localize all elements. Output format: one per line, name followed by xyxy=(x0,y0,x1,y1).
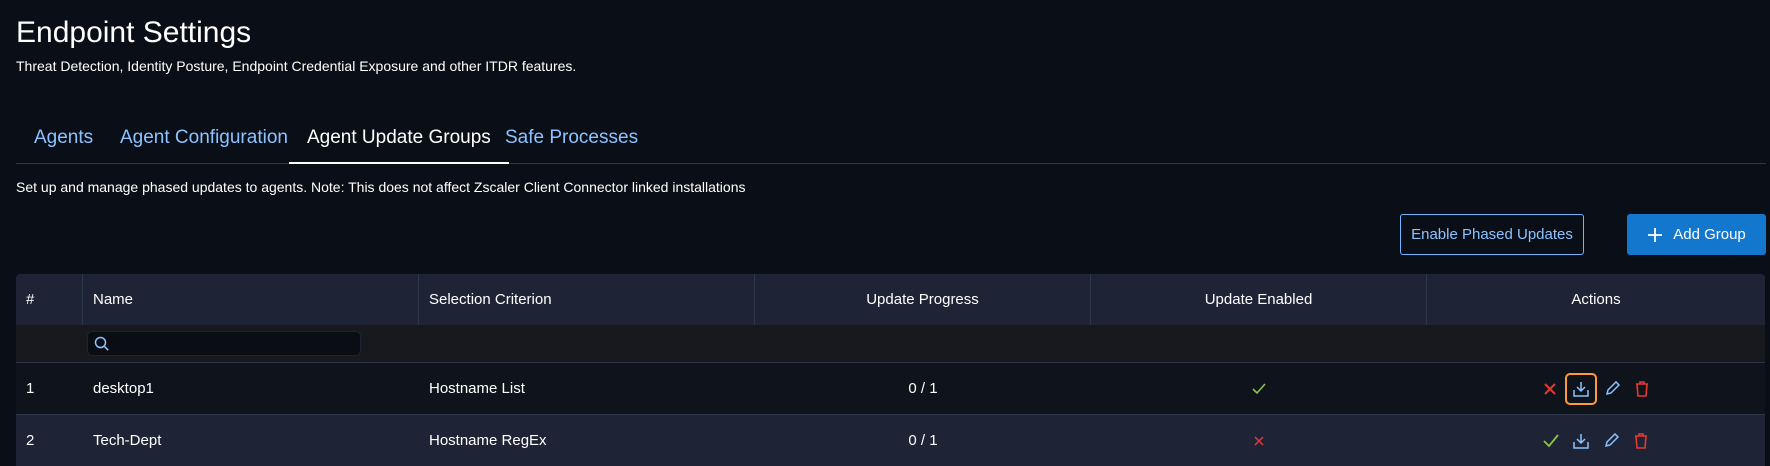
edit-icon[interactable] xyxy=(1597,374,1627,404)
row-actions xyxy=(1535,372,1657,405)
add-group-button[interactable]: Add Group xyxy=(1627,214,1766,255)
update-groups-table: # Name Selection Criterion Update Progre… xyxy=(16,274,1765,466)
trash-icon[interactable] xyxy=(1626,426,1656,456)
row-name: Tech-Dept xyxy=(93,432,162,449)
tab-agent-configuration[interactable]: Agent Configuration xyxy=(102,112,306,162)
column-header-name[interactable]: Name xyxy=(83,274,419,325)
table-row: 1 desktop1 Hostname List 0 / 1 xyxy=(16,362,1765,414)
row-progress: 0 / 1 xyxy=(908,380,938,397)
edit-icon[interactable] xyxy=(1596,426,1626,456)
enable-phased-updates-label: Enable Phased Updates xyxy=(1411,226,1573,243)
page-subtitle: Threat Detection, Identity Posture, Endp… xyxy=(16,58,577,74)
disable-icon[interactable] xyxy=(1535,374,1565,404)
download-icon[interactable] xyxy=(1565,372,1597,405)
download-icon[interactable] xyxy=(1566,426,1596,456)
tab-bar: Agents Agent Configuration Agent Update … xyxy=(16,112,1766,164)
section-description: Set up and manage phased updates to agen… xyxy=(16,179,746,195)
name-search-input[interactable] xyxy=(116,334,375,355)
search-icon xyxy=(94,336,109,351)
column-header-criterion[interactable]: Selection Criterion xyxy=(419,274,755,325)
row-criterion: Hostname RegEx xyxy=(429,432,547,449)
row-index: 2 xyxy=(26,432,35,449)
enable-icon[interactable] xyxy=(1536,426,1566,456)
row-criterion: Hostname List xyxy=(429,380,525,397)
filter-row xyxy=(16,325,1765,362)
trash-icon[interactable] xyxy=(1627,374,1657,404)
cross-icon xyxy=(1253,435,1265,447)
row-name: desktop1 xyxy=(93,380,154,397)
name-search-box[interactable] xyxy=(87,331,375,356)
check-icon xyxy=(1252,382,1266,395)
table-row: 2 Tech-Dept Hostname RegEx 0 / 1 xyxy=(16,414,1765,466)
column-header-index[interactable]: # xyxy=(16,274,83,325)
tab-agent-update-groups[interactable]: Agent Update Groups xyxy=(289,112,509,164)
table-header: # Name Selection Criterion Update Progre… xyxy=(16,274,1765,325)
column-header-actions: Actions xyxy=(1571,291,1621,308)
add-group-label: Add Group xyxy=(1673,226,1746,243)
enable-phased-updates-button[interactable]: Enable Phased Updates xyxy=(1400,214,1584,255)
row-actions xyxy=(1536,426,1656,456)
tab-agents[interactable]: Agents xyxy=(16,112,111,162)
tab-safe-processes[interactable]: Safe Processes xyxy=(487,112,656,162)
column-header-enabled[interactable]: Update Enabled xyxy=(1091,274,1427,325)
plus-icon xyxy=(1648,227,1663,242)
row-progress: 0 / 1 xyxy=(908,432,938,449)
column-header-progress[interactable]: Update Progress xyxy=(755,274,1091,325)
page-title: Endpoint Settings xyxy=(16,16,252,49)
row-index: 1 xyxy=(26,380,35,397)
